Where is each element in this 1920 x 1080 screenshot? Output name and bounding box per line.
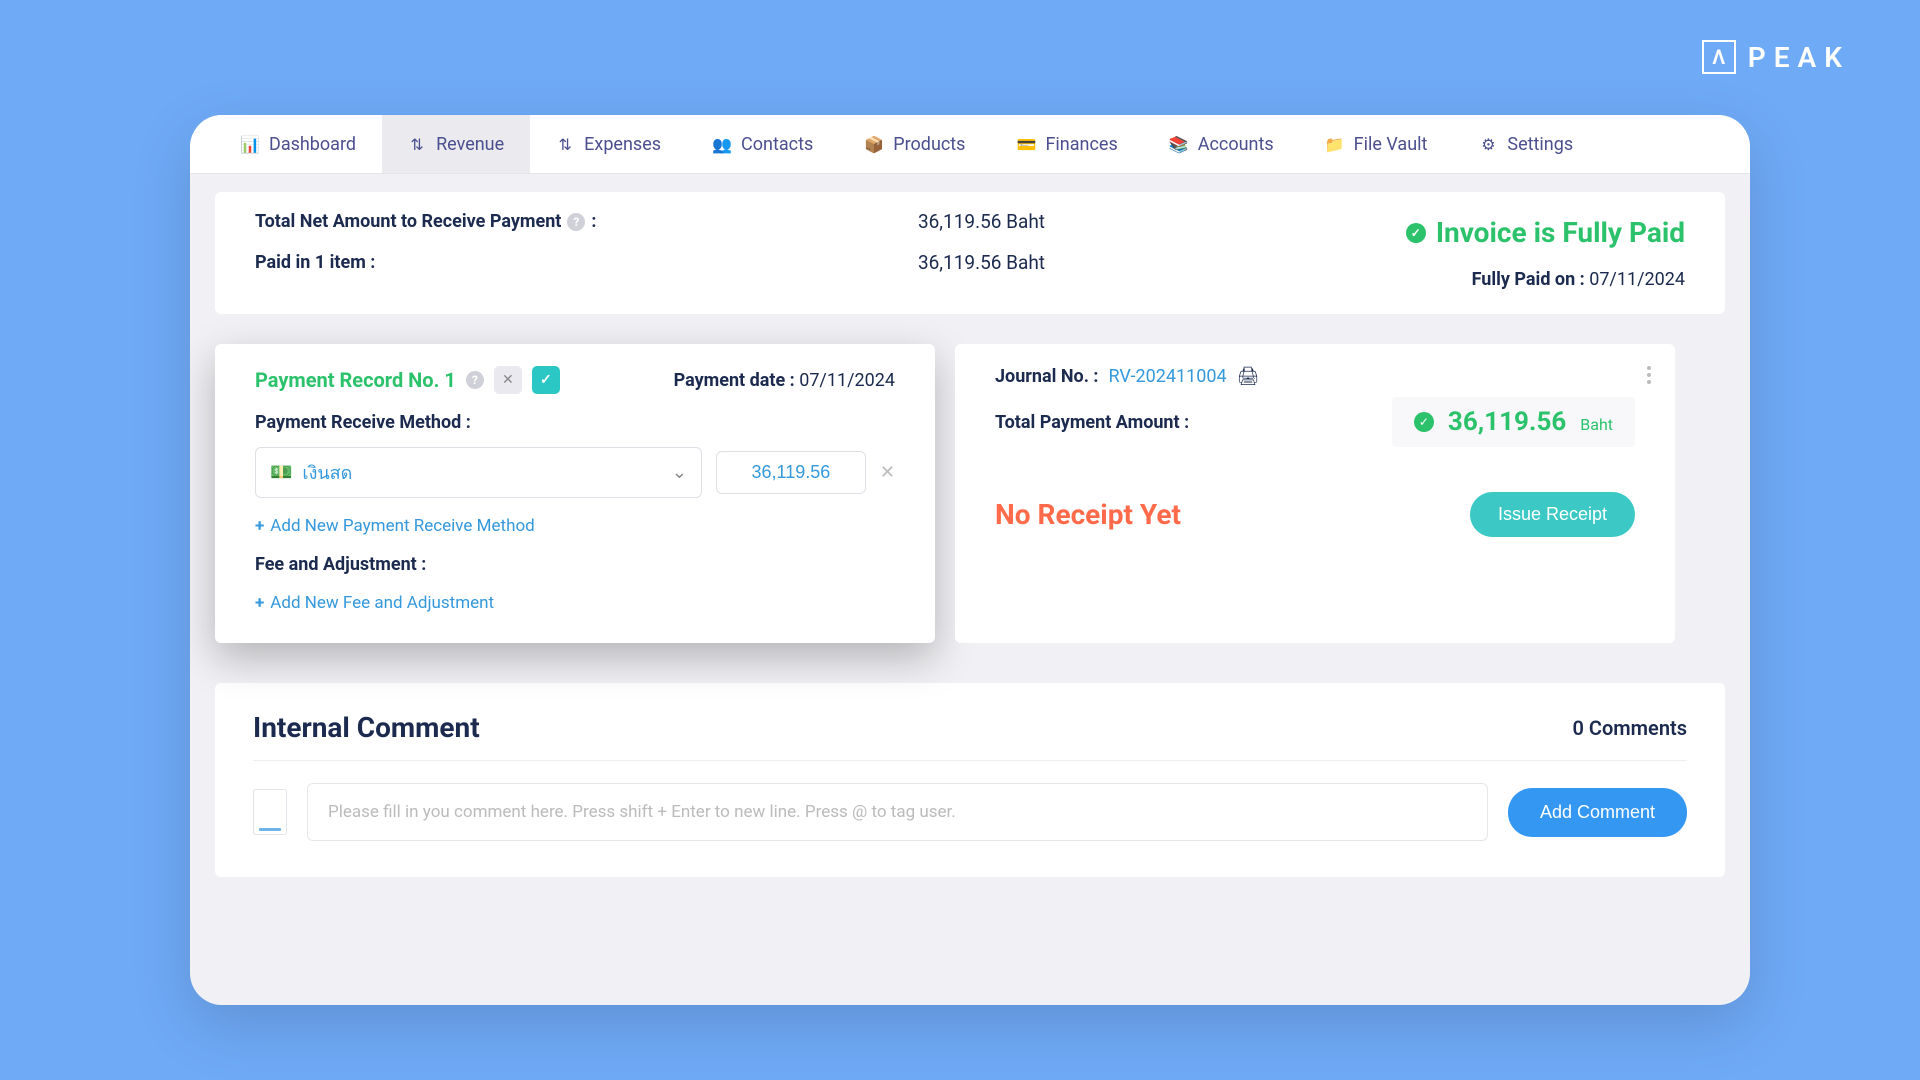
help-icon[interactable]: ? (466, 371, 484, 389)
payment-date: Payment date : 07/11/2024 (674, 370, 895, 391)
net-amount-label: Total Net Amount to Receive Payment ? : (255, 211, 596, 232)
check-circle-icon: ✓ (1414, 412, 1434, 432)
payment-record-card: Payment Record No. 1 ? ✕ ✓ Payment date … (215, 344, 935, 643)
paid-items-value: 36,119.56 Baht (918, 251, 1045, 274)
tab-revenue[interactable]: ⇅ Revenue (382, 115, 530, 173)
method-select[interactable]: 💵 เงินสด ⌄ (255, 447, 702, 498)
comment-input[interactable]: Please fill in you comment here. Press s… (307, 783, 1488, 841)
method-selected-value: เงินสด (302, 458, 352, 487)
add-comment-button[interactable]: Add Comment (1508, 788, 1687, 837)
comment-card: Internal Comment 0 Comments Please fill … (215, 683, 1725, 877)
total-payment-amount: 36,119.56 (1448, 407, 1566, 437)
remove-row-icon[interactable]: ✕ (880, 462, 895, 483)
products-icon: 📦 (865, 135, 883, 154)
avatar (253, 789, 287, 835)
journal-number-link[interactable]: RV-202411004 (1108, 366, 1226, 387)
cash-icon: 💵 (270, 462, 292, 483)
contacts-icon: 👥 (713, 135, 731, 154)
folder-icon: 📁 (1326, 135, 1344, 154)
method-label: Payment Receive Method : (255, 412, 895, 433)
print-icon[interactable]: 🖨 (1237, 366, 1260, 387)
tab-label: File Vault (1354, 134, 1428, 155)
fee-label: Fee and Adjustment : (255, 554, 895, 575)
plus-icon: + (255, 516, 264, 536)
paid-items-label: Paid in 1 item : (255, 252, 375, 273)
total-payment-box: ✓ 36,119.56 Baht (1392, 397, 1635, 447)
method-amount-input[interactable] (716, 451, 866, 494)
tab-file-vault[interactable]: 📁 File Vault (1300, 115, 1454, 173)
plus-icon: + (255, 593, 264, 613)
brand-logo-icon: Λ (1702, 40, 1736, 74)
tab-products[interactable]: 📦 Products (839, 115, 991, 173)
expenses-icon: ⇅ (556, 135, 574, 154)
currency-unit: Baht (1580, 415, 1613, 434)
payment-record-title: Payment Record No. 1 (255, 368, 456, 392)
brand-name: PEAK (1748, 41, 1850, 74)
help-icon[interactable]: ? (567, 213, 585, 231)
revenue-icon: ⇅ (408, 135, 426, 154)
paid-on: Fully Paid on : 07/11/2024 (1065, 269, 1685, 290)
confirm-button[interactable]: ✓ (532, 366, 560, 394)
tab-label: Products (893, 134, 965, 155)
more-menu-icon[interactable] (1647, 366, 1651, 384)
tab-label: Expenses (584, 134, 661, 155)
payment-section: Payment Record No. 1 ? ✕ ✓ Payment date … (215, 344, 1725, 643)
content-area: Total Net Amount to Receive Payment ? : … (190, 174, 1750, 895)
method-row: 💵 เงินสด ⌄ ✕ (255, 447, 895, 498)
issue-receipt-button[interactable]: Issue Receipt (1470, 492, 1635, 537)
app-window: 📊 Dashboard ⇅ Revenue ⇅ Expenses 👥 Conta… (190, 115, 1750, 1005)
tab-label: Accounts (1198, 134, 1274, 155)
tab-label: Revenue (436, 134, 504, 155)
check-circle-icon: ✓ (1406, 223, 1426, 243)
tab-accounts[interactable]: 📚 Accounts (1144, 115, 1300, 173)
summary-card: Total Net Amount to Receive Payment ? : … (215, 192, 1725, 314)
tab-label: Finances (1045, 134, 1117, 155)
total-payment-label: Total Payment Amount : (995, 412, 1189, 433)
finances-icon: 💳 (1017, 135, 1035, 154)
tab-contacts[interactable]: 👥 Contacts (687, 115, 839, 173)
chevron-down-icon: ⌄ (672, 462, 687, 483)
paid-status: ✓ Invoice is Fully Paid (1406, 216, 1685, 249)
tab-label: Settings (1507, 134, 1573, 155)
tab-finances[interactable]: 💳 Finances (991, 115, 1143, 173)
dashboard-icon: 📊 (241, 135, 259, 154)
brand-logo: Λ PEAK (1702, 40, 1850, 74)
journal-no-label: Journal No. : (995, 366, 1098, 387)
net-amount-value: 36,119.56 Baht (918, 210, 1045, 233)
accounts-icon: 📚 (1170, 135, 1188, 154)
top-nav-tabs: 📊 Dashboard ⇅ Revenue ⇅ Expenses 👥 Conta… (190, 115, 1750, 174)
gear-icon: ⚙ (1479, 135, 1497, 154)
tab-label: Dashboard (269, 134, 356, 155)
tab-settings[interactable]: ⚙ Settings (1453, 115, 1599, 173)
comment-count: 0 Comments (1573, 716, 1687, 740)
dismiss-button[interactable]: ✕ (494, 366, 522, 394)
summary-right: ✓ Invoice is Fully Paid Fully Paid on : … (1065, 210, 1685, 292)
tab-expenses[interactable]: ⇅ Expenses (530, 115, 687, 173)
no-receipt-label: No Receipt Yet (995, 498, 1181, 531)
add-fee-link[interactable]: + Add New Fee and Adjustment (255, 593, 494, 613)
tab-label: Contacts (741, 134, 813, 155)
summary-left: Total Net Amount to Receive Payment ? : … (255, 210, 1045, 292)
comment-title: Internal Comment (253, 711, 480, 744)
journal-card: Journal No. : RV-202411004 🖨 Total Payme… (955, 344, 1675, 643)
add-method-link[interactable]: + Add New Payment Receive Method (255, 516, 535, 536)
tab-dashboard[interactable]: 📊 Dashboard (215, 115, 382, 173)
